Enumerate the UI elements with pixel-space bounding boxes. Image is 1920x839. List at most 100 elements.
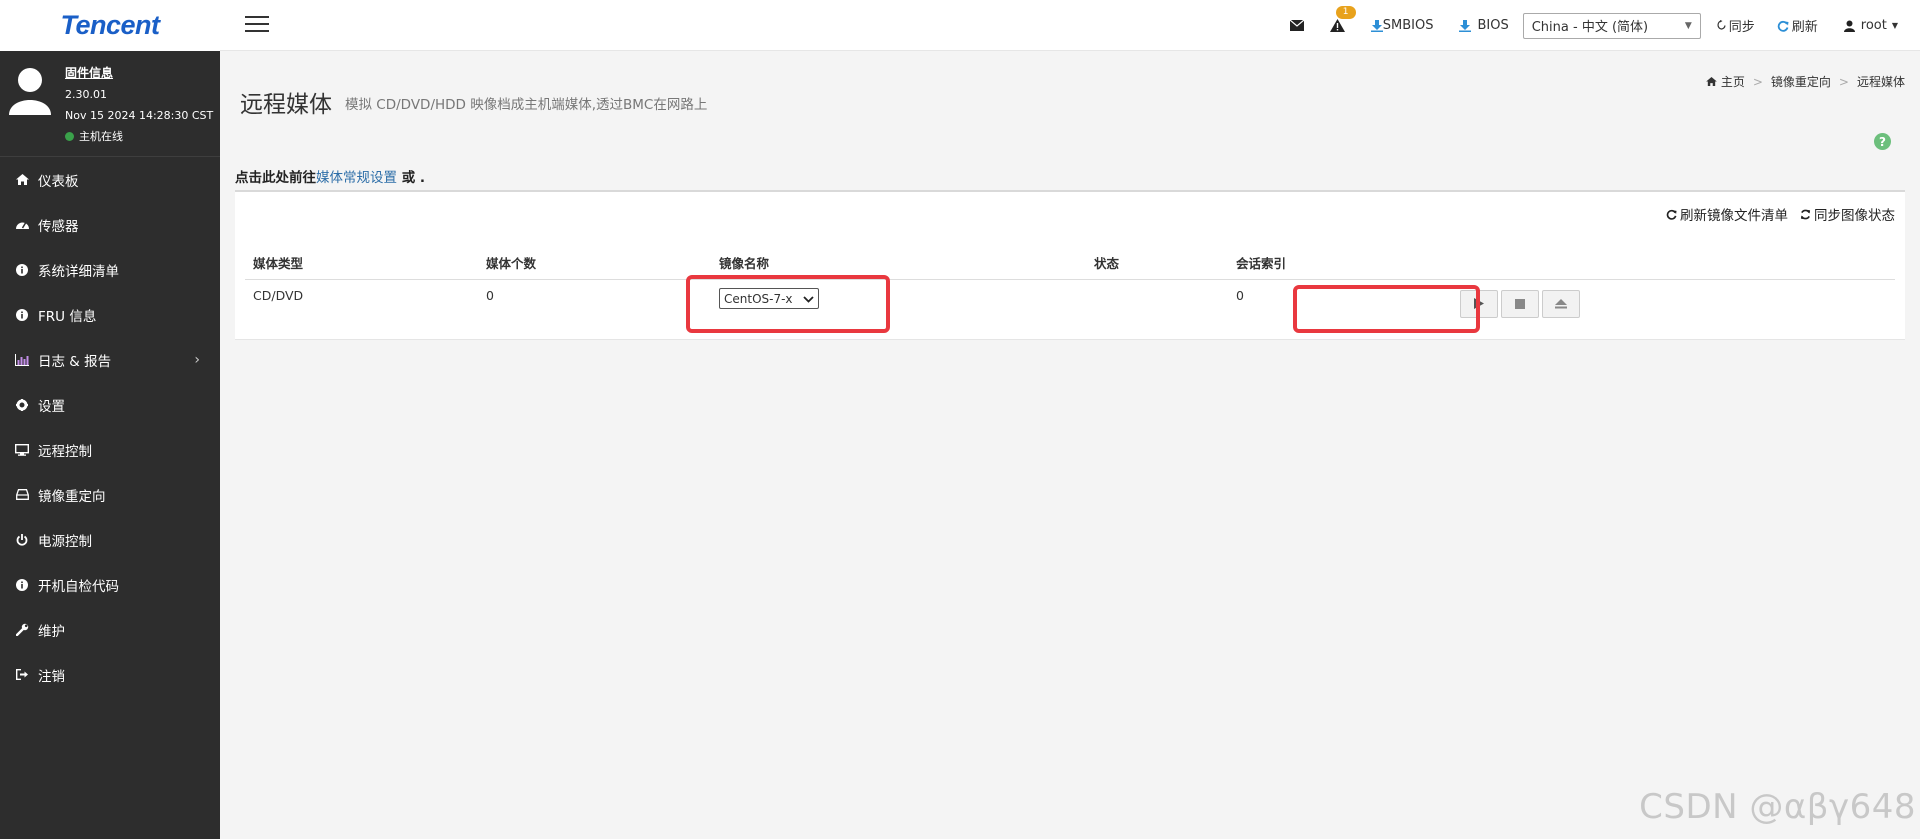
language-select[interactable]: China - 中文 (简体) ▼ — [1522, 12, 1701, 39]
sidebar-item-remote-control[interactable]: 远程控制 — [0, 427, 220, 472]
bar-chart-icon — [15, 353, 29, 366]
page-subtitle: 模拟 CD/DVD/HDD 映像档成主机端媒体,透过BMC在网路上 — [345, 97, 708, 113]
sync-image-status-label: 同步图像状态 — [1814, 208, 1895, 224]
sidebar-item-power-control[interactable]: 电源控制 — [0, 517, 220, 562]
image-name-select[interactable]: CentOS-7-x — [719, 288, 819, 309]
breadcrumb-media-redirection[interactable]: 镜像重定向 — [1771, 73, 1831, 90]
breadcrumb-home[interactable]: 主页 — [1721, 73, 1745, 90]
bmc-datetime: Nov 15 2024 14:28:30 CST — [65, 109, 214, 122]
mail-button[interactable] — [1289, 20, 1304, 31]
sidebar-item-label: 维护 — [38, 623, 65, 640]
chevron-down-icon — [803, 292, 814, 306]
warning-icon — [1329, 19, 1345, 32]
cell-media-count: 0 — [486, 288, 494, 303]
sidebar-item-logs[interactable]: 日志 & 报告 › — [0, 337, 220, 382]
image-name-value: CentOS-7-x — [724, 291, 793, 306]
refresh-icon — [1666, 209, 1677, 220]
sidebar-item-sensors[interactable]: 传感器 — [0, 202, 220, 247]
cell-session-index: 0 — [1236, 288, 1244, 303]
sidebar-item-label: 开机自检代码 — [38, 578, 119, 595]
online-status-dot — [65, 132, 74, 141]
chevron-right-icon: › — [194, 351, 200, 368]
caret-down-icon: ▼ — [1891, 21, 1898, 30]
refresh-button[interactable]: 刷新 — [1777, 16, 1818, 35]
sidebar-item-label: 仪表板 — [38, 173, 79, 190]
refresh-image-list-button[interactable]: 刷新镜像文件清单 — [1666, 204, 1788, 224]
dashboard-icon — [15, 219, 29, 230]
column-header-session-index: 会话索引 — [1228, 247, 1428, 280]
refresh-label: 刷新 — [1791, 20, 1818, 35]
eject-icon — [1555, 297, 1567, 312]
start-redirection-button[interactable] — [1460, 290, 1498, 318]
sidebar-item-maintenance[interactable]: 维护 — [0, 607, 220, 652]
sidebar-item-logout[interactable]: 注销 — [0, 652, 220, 697]
notice-suffix: 或 . — [397, 170, 426, 186]
sidebar: 固件信息 2.30.01 Nov 15 2024 14:28:30 CST 主机… — [0, 51, 220, 839]
stop-icon — [1515, 297, 1525, 312]
profile-panel: 固件信息 2.30.01 Nov 15 2024 14:28:30 CST 主机… — [0, 51, 220, 157]
media-action-buttons — [1460, 290, 1887, 318]
home-icon — [1706, 77, 1717, 86]
stop-redirection-button[interactable] — [1501, 290, 1539, 318]
sidebar-item-system-inventory[interactable]: 系统详细清单 — [0, 247, 220, 292]
cell-image-name: CentOS-7-x — [711, 280, 1086, 332]
sidebar-item-label: 镜像重定向 — [38, 488, 106, 505]
bios-label: BIOS — [1477, 18, 1509, 33]
breadcrumb-current: 远程媒体 — [1856, 75, 1905, 89]
watermark: CSDN @αβγ648 — [1639, 787, 1916, 827]
eject-button[interactable] — [1542, 290, 1580, 318]
sidebar-item-label: 日志 & 报告 — [38, 353, 112, 370]
sidebar-item-label: 传感器 — [38, 218, 79, 235]
sidebar-item-label: 远程控制 — [38, 443, 92, 460]
column-header-media-type: 媒体类型 — [245, 247, 478, 280]
breadcrumb-separator: > — [1752, 74, 1763, 89]
sign-out-icon — [15, 669, 29, 680]
menu-toggle-icon[interactable] — [245, 16, 269, 34]
alerts-button[interactable]: 1 — [1329, 6, 1356, 32]
table-row: CD/DVD 0 CentOS-7-x 0 — [245, 280, 1895, 332]
notice-text: 点击此处前往媒体常规设置 或 . — [235, 166, 425, 186]
monitor-icon — [15, 443, 29, 456]
user-menu[interactable]: root ▼ — [1843, 18, 1898, 33]
sidebar-item-fru[interactable]: FRU 信息 — [0, 292, 220, 337]
sidebar-item-label: 注销 — [38, 668, 65, 685]
notice-prefix: 点击此处前往 — [235, 170, 316, 186]
top-nav: 1 SMBIOS BIOS China - 中文 (简体) ▼ 同步 刷新 ro… — [1264, 0, 1898, 51]
media-table: 媒体类型 媒体个数 镜像名称 状态 会话索引 CD/DVD 0 CentOS-7… — [245, 247, 1895, 332]
download-icon — [1459, 19, 1472, 32]
play-icon — [1474, 297, 1484, 312]
bios-download-button[interactable]: BIOS — [1459, 18, 1509, 33]
column-header-status: 状态 — [1086, 247, 1228, 280]
brand-logo: Tencent — [60, 10, 160, 40]
refresh-image-list-label: 刷新镜像文件清单 — [1680, 208, 1788, 224]
sync-button[interactable]: 同步 — [1717, 16, 1755, 35]
language-value: China - 中文 (简体) — [1531, 20, 1649, 35]
column-header-image-name: 镜像名称 — [711, 247, 1086, 280]
cell-actions — [1428, 280, 1895, 332]
download-icon — [1370, 19, 1383, 32]
media-general-settings-link[interactable]: 媒体常规设置 — [316, 170, 397, 186]
info-icon — [15, 578, 29, 591]
info-icon — [15, 263, 29, 276]
sidebar-item-label: 设置 — [38, 398, 65, 415]
refresh-icon — [1777, 20, 1789, 32]
sync-icon — [1717, 20, 1726, 31]
firmware-version: 2.30.01 — [65, 88, 107, 101]
sidebar-item-dashboard[interactable]: 仪表板 — [0, 157, 220, 202]
gear-icon — [15, 398, 29, 411]
sidebar-item-label: 电源控制 — [38, 533, 92, 550]
sidebar-item-post-codes[interactable]: 开机自检代码 — [0, 562, 220, 607]
column-header-actions — [1428, 247, 1895, 280]
help-icon[interactable]: ? — [1874, 133, 1891, 150]
sidebar-item-settings[interactable]: 设置 — [0, 382, 220, 427]
smbios-download-button[interactable]: SMBIOS — [1370, 18, 1433, 33]
sidebar-item-media-redirection[interactable]: 镜像重定向 — [0, 472, 220, 517]
breadcrumb: 主页 > 镜像重定向 > 远程媒体 — [1706, 73, 1905, 90]
page-title: 远程媒体 — [240, 92, 332, 118]
logo-area[interactable]: Tencent — [0, 0, 220, 51]
sidebar-item-label: 系统详细清单 — [38, 263, 119, 280]
sync-image-status-button[interactable]: 同步图像状态 — [1800, 204, 1895, 224]
sync-label: 同步 — [1728, 20, 1755, 35]
host-status: 主机在线 — [65, 126, 213, 147]
firmware-info-link[interactable]: 固件信息 — [65, 63, 213, 84]
